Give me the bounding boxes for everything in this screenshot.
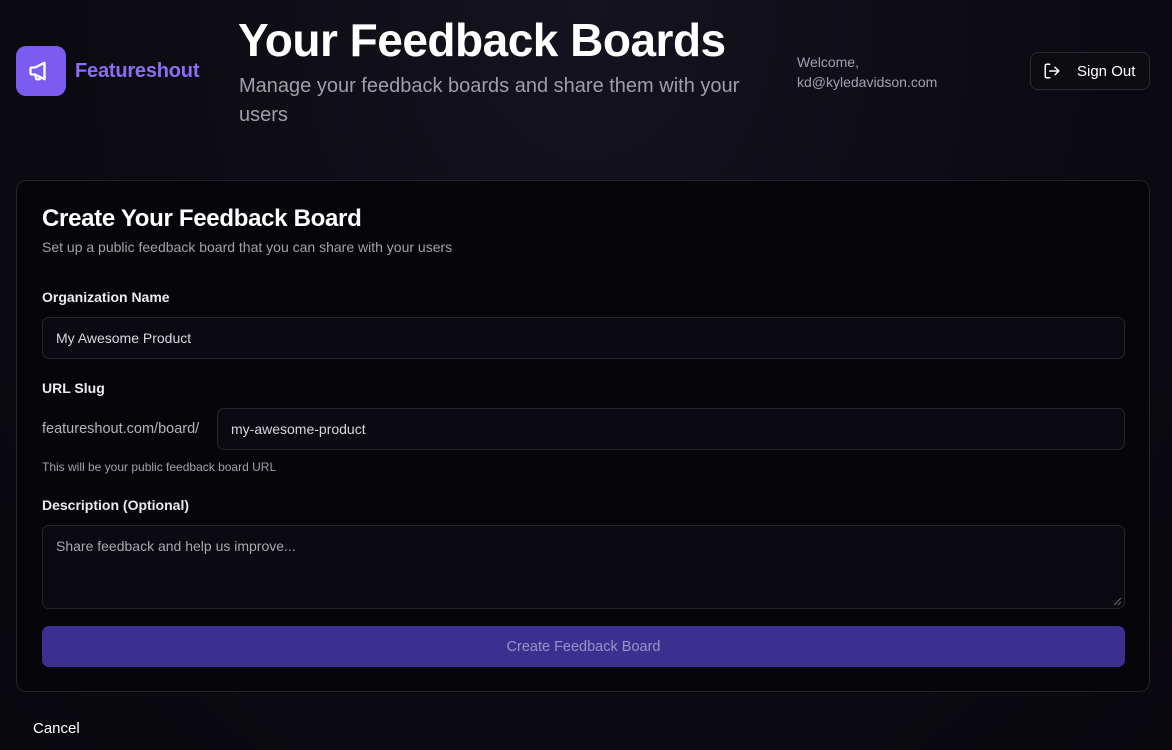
- description-label: Description (Optional): [42, 497, 189, 513]
- welcome-text: Welcome, kd@kyledavidson.com: [797, 52, 937, 92]
- url-slug-input[interactable]: my-awesome-product: [217, 408, 1125, 450]
- sign-out-icon: [1043, 62, 1061, 80]
- url-slug-hint: This will be your public feedback board …: [42, 460, 277, 474]
- org-name-label: Organization Name: [42, 289, 170, 305]
- org-name-input[interactable]: My Awesome Product: [42, 317, 1125, 359]
- create-board-button[interactable]: Create Feedback Board: [42, 626, 1125, 667]
- form-title: Create Your Feedback Board: [42, 205, 362, 232]
- cancel-link[interactable]: Cancel: [33, 720, 80, 737]
- url-slug-label: URL Slug: [42, 380, 105, 396]
- create-board-card: Create Your Feedback Board Set up a publ…: [16, 180, 1150, 692]
- brand-logo[interactable]: [16, 46, 66, 96]
- form-subtitle: Set up a public feedback board that you …: [42, 239, 453, 255]
- description-textarea[interactable]: Share feedback and help us improve...: [42, 525, 1125, 609]
- page: Featureshout Your Feedback Boards Manage…: [0, 0, 1172, 750]
- sign-out-button[interactable]: Sign Out: [1030, 52, 1150, 90]
- megaphone-icon: [29, 61, 46, 81]
- welcome-label: Welcome,: [797, 54, 859, 70]
- page-subtitle: Manage your feedback boards and share th…: [239, 75, 740, 126]
- resize-handle-icon[interactable]: [1113, 597, 1122, 606]
- brand-name[interactable]: Featureshout: [75, 60, 199, 83]
- sign-out-label: Sign Out: [1077, 62, 1136, 80]
- description-placeholder: Share feedback and help us improve...: [56, 538, 296, 554]
- url-slug-prefix: featureshout.com/board/: [42, 421, 200, 437]
- user-email: kd@kyledavidson.com: [797, 74, 938, 90]
- page-title: Your Feedback Boards: [238, 14, 726, 66]
